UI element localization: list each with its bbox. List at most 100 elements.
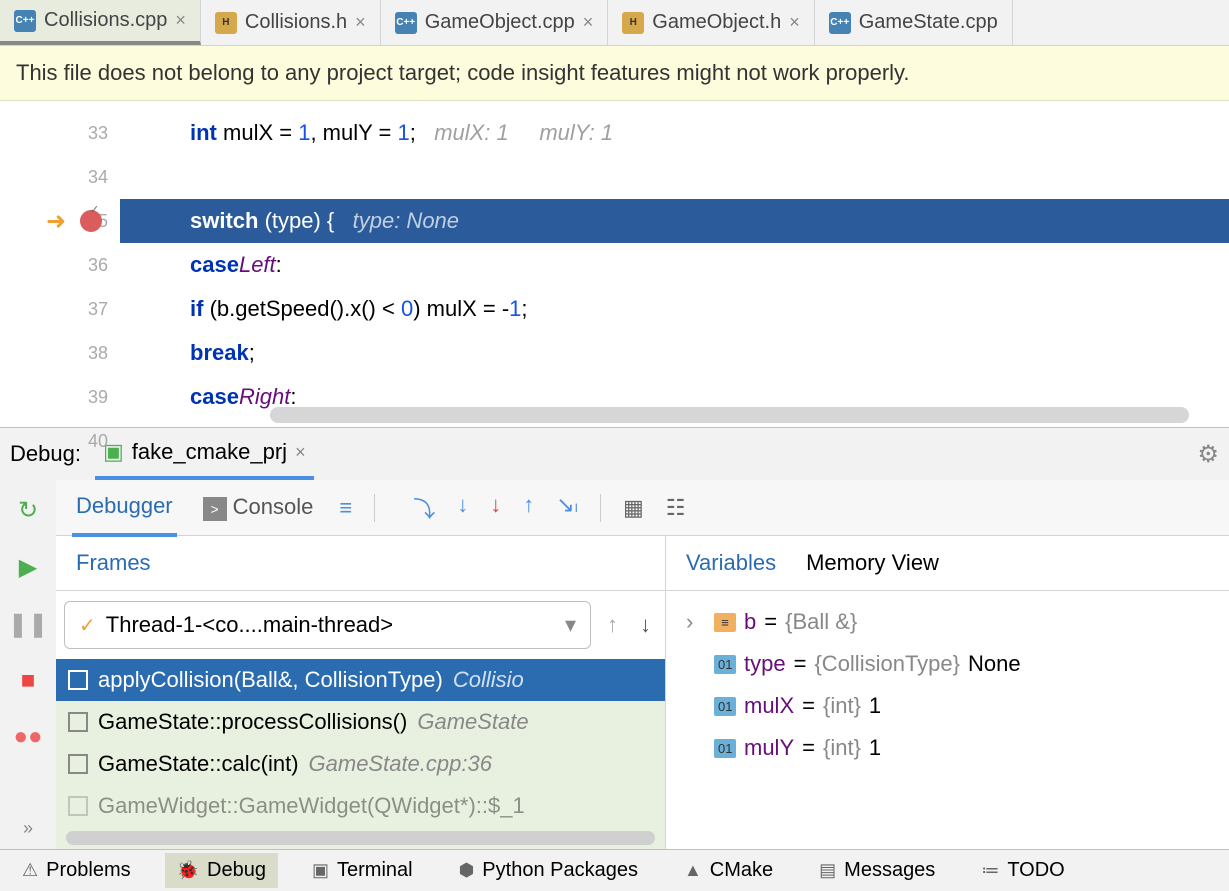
- frame-icon: [68, 754, 88, 774]
- stack-frame[interactable]: GameState::calc(int) GameState.cpp:36: [56, 743, 665, 785]
- variables-panel: Variables Memory View › ≡ b = {Ball &} 0…: [666, 536, 1229, 849]
- console-tab[interactable]: >Console: [199, 480, 318, 535]
- python-packages-tool-button[interactable]: ⬢Python Packages: [447, 853, 650, 888]
- line-num: 39: [0, 375, 120, 419]
- tab-label: GameObject.cpp: [425, 11, 575, 34]
- debug-tool-window: Debug: ▣ fake_cmake_prj × ⚙ ↻ ▶ ❚❚ ■ ●● …: [0, 427, 1229, 849]
- evaluate-icon[interactable]: ▦: [623, 495, 644, 521]
- cpp-file-icon: C++: [395, 12, 417, 34]
- debug-tool-button[interactable]: 🐞Debug: [165, 853, 278, 888]
- bug-icon: 🐞: [177, 860, 199, 881]
- line-num: 35 ➜ ✓: [0, 199, 120, 243]
- editor-tabs: C++ Collisions.cpp × H Collisions.h × C+…: [0, 0, 1229, 46]
- breakpoint-verified-icon: ✓: [90, 203, 99, 216]
- variables-header[interactable]: Variables: [686, 550, 776, 576]
- close-icon[interactable]: ×: [175, 10, 186, 31]
- close-icon[interactable]: ×: [355, 12, 366, 33]
- variable-row[interactable]: 01 mulX = {int} 1: [686, 685, 1209, 727]
- step-over-icon[interactable]: ⤵: [413, 492, 435, 524]
- run-to-cursor-icon[interactable]: ↘I: [556, 492, 578, 524]
- thread-selector[interactable]: ✓ Thread-1-<co....main-thread> ▾: [64, 601, 591, 649]
- code-area[interactable]: int mulX = 1, mulY = 1; mulX: 1 mulY: 1 …: [120, 101, 1229, 427]
- line-gutter: 33 34 35 ➜ ✓ 36 37 38 39 40: [0, 101, 120, 427]
- expand-chevron-icon[interactable]: ›: [686, 609, 706, 635]
- stack-frame[interactable]: GameWidget::GameWidget(QWidget*)::$_1: [56, 785, 665, 827]
- horizontal-scrollbar[interactable]: [66, 831, 655, 845]
- var-type-badge: ≡: [714, 613, 736, 632]
- line-num: 40: [0, 419, 120, 463]
- debugger-tab[interactable]: Debugger: [72, 479, 177, 537]
- close-icon[interactable]: ×: [583, 12, 594, 33]
- frame-icon: [68, 712, 88, 732]
- messages-tool-button[interactable]: ▤Messages: [807, 853, 947, 888]
- variable-row[interactable]: 01 type = {CollisionType} None: [686, 643, 1209, 685]
- list-icon: ≔: [981, 860, 999, 881]
- force-step-into-icon[interactable]: ↓: [490, 492, 501, 524]
- code-line-33: int mulX = 1, mulY = 1; mulX: 1 mulY: 1: [120, 111, 1229, 155]
- memory-view-header[interactable]: Memory View: [806, 550, 939, 576]
- frame-icon: [68, 670, 88, 690]
- variables-list: › ≡ b = {Ball &} 01 type = {CollisionTyp…: [666, 591, 1229, 779]
- settings-icon[interactable]: ☷: [666, 495, 686, 521]
- frame-up-icon[interactable]: ↑: [601, 612, 624, 638]
- tab-collisions-cpp[interactable]: C++ Collisions.cpp ×: [0, 0, 201, 45]
- debug-toolbar: Debugger >Console ≡ ⤵ ↓ ↓ ↑ ↘I ▦ ☷: [56, 480, 1229, 536]
- check-icon: ✓: [79, 613, 96, 638]
- frame-icon: [68, 796, 88, 816]
- view-breakpoints-icon[interactable]: ●●: [14, 723, 43, 751]
- stop-icon[interactable]: ■: [21, 667, 36, 695]
- debug-config-tab[interactable]: ▣ fake_cmake_prj ×: [95, 428, 314, 480]
- cmake-icon: ▲: [684, 860, 702, 881]
- pause-icon[interactable]: ❚❚: [8, 610, 48, 639]
- console-icon: >: [203, 497, 227, 521]
- cpp-file-icon: C++: [829, 12, 851, 34]
- messages-icon: ▤: [819, 860, 836, 881]
- debug-sidebar: ↻ ▶ ❚❚ ■ ●● »: [0, 480, 56, 849]
- chevron-down-icon: ▾: [565, 612, 576, 638]
- terminal-tool-button[interactable]: ▣Terminal: [300, 853, 425, 888]
- line-num: 34: [0, 155, 120, 199]
- stack-frame[interactable]: applyCollision(Ball&, CollisionType) Col…: [56, 659, 665, 701]
- threads-icon[interactable]: ≡: [339, 495, 352, 521]
- tab-label: GameObject.h: [652, 11, 781, 34]
- tab-gameobject-cpp[interactable]: C++ GameObject.cpp ×: [381, 0, 609, 45]
- warning-icon: ⚠: [22, 860, 38, 881]
- rerun-icon[interactable]: ↻: [18, 496, 38, 525]
- close-icon[interactable]: ×: [295, 442, 306, 463]
- expand-icon[interactable]: »: [23, 818, 33, 839]
- execution-pointer-icon: ➜: [46, 207, 66, 236]
- var-type-badge: 01: [714, 697, 736, 716]
- frames-panel: Frames ✓ Thread-1-<co....main-thread> ▾ …: [56, 536, 666, 849]
- horizontal-scrollbar[interactable]: [270, 407, 1189, 423]
- step-into-icon[interactable]: ↓: [457, 492, 468, 524]
- debug-header: Debug: ▣ fake_cmake_prj × ⚙: [0, 428, 1229, 480]
- tab-label: Collisions.cpp: [44, 9, 167, 32]
- resume-icon[interactable]: ▶: [19, 553, 37, 582]
- cmake-tool-button[interactable]: ▲CMake: [672, 853, 785, 888]
- separator: [374, 494, 375, 522]
- frame-down-icon[interactable]: ↓: [634, 612, 657, 638]
- line-num: 36: [0, 243, 120, 287]
- frames-header[interactable]: Frames: [76, 550, 151, 576]
- todo-tool-button[interactable]: ≔TODO: [969, 853, 1076, 888]
- problems-tool-button[interactable]: ⚠Problems: [10, 853, 143, 888]
- gear-icon[interactable]: ⚙: [1197, 440, 1219, 469]
- tab-gameobject-h[interactable]: H GameObject.h ×: [608, 0, 814, 45]
- package-icon: ⬢: [459, 860, 475, 881]
- line-num: 33: [0, 111, 120, 155]
- step-out-icon[interactable]: ↑: [523, 492, 534, 524]
- tab-gamestate-cpp[interactable]: C++ GameState.cpp: [815, 0, 1013, 45]
- close-icon[interactable]: ×: [789, 12, 800, 33]
- variable-row[interactable]: 01 mulY = {int} 1: [686, 727, 1209, 769]
- tab-label: GameState.cpp: [859, 11, 998, 34]
- stack-frame[interactable]: GameState::processCollisions() GameState: [56, 701, 665, 743]
- status-bar: ⚠Problems 🐞Debug ▣Terminal ⬢Python Packa…: [0, 849, 1229, 891]
- line-num: 38: [0, 331, 120, 375]
- cpp-file-icon: C++: [14, 10, 36, 32]
- tab-label: Collisions.h: [245, 11, 347, 34]
- warning-banner: This file does not belong to any project…: [0, 46, 1229, 101]
- code-editor[interactable]: 33 34 35 ➜ ✓ 36 37 38 39 40 int mulX = 1…: [0, 101, 1229, 427]
- variable-row[interactable]: › ≡ b = {Ball &}: [686, 601, 1209, 643]
- tab-collisions-h[interactable]: H Collisions.h ×: [201, 0, 381, 45]
- separator: [600, 494, 601, 522]
